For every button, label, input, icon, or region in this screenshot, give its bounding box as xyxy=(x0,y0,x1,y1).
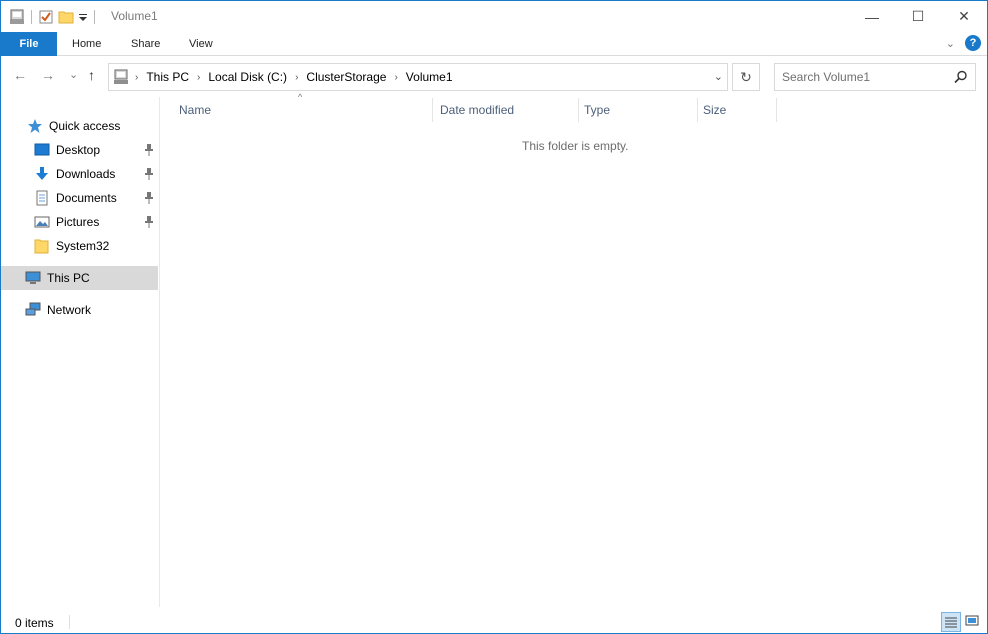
sidebar-item-quick-access[interactable]: Quick access xyxy=(1,114,158,138)
breadcrumb-this-pc[interactable]: This PC xyxy=(146,70,189,84)
breadcrumb-separator[interactable]: › xyxy=(394,72,397,83)
search-icon[interactable] xyxy=(953,69,969,85)
address-bar[interactable]: › This PC › Local Disk (C:) › ClusterSto… xyxy=(108,63,728,91)
empty-folder-text: This folder is empty. xyxy=(522,139,629,153)
breadcrumb: › This PC › Local Disk (C:) › ClusterSto… xyxy=(135,70,453,84)
document-icon xyxy=(34,190,50,206)
tab-home[interactable]: Home xyxy=(72,32,101,56)
quick-access-toolbar xyxy=(9,8,101,26)
pin-icon[interactable] xyxy=(144,143,154,157)
star-icon xyxy=(27,118,43,134)
breadcrumb-separator[interactable]: › xyxy=(197,72,200,83)
pictures-icon xyxy=(34,214,50,230)
pin-icon[interactable] xyxy=(144,167,154,181)
pin-icon[interactable] xyxy=(144,191,154,205)
new-folder-icon[interactable] xyxy=(58,9,74,25)
desktop-icon xyxy=(34,142,50,158)
help-icon[interactable]: ? xyxy=(965,35,981,51)
tab-file[interactable]: File xyxy=(1,32,57,56)
breadcrumb-separator[interactable]: › xyxy=(135,72,138,83)
breadcrumb-clusterstorage[interactable]: ClusterStorage xyxy=(306,70,386,84)
expand-ribbon-icon[interactable]: ⌄ xyxy=(946,37,955,50)
checkmark-icon[interactable] xyxy=(38,9,54,25)
sidebar-item-label: This PC xyxy=(47,271,90,285)
sidebar-item-label: Downloads xyxy=(56,167,116,181)
search-box[interactable] xyxy=(774,63,976,91)
sidebar-item-label: Documents xyxy=(56,191,117,205)
search-input[interactable] xyxy=(782,69,952,85)
pin-icon[interactable] xyxy=(144,215,154,229)
large-icons-view-button[interactable] xyxy=(963,612,983,632)
title-bar: Volume1 — ☐ ✕ xyxy=(1,1,987,32)
network-icon xyxy=(25,302,41,318)
sidebar-item-label: Desktop xyxy=(56,143,101,157)
item-count: 0 items xyxy=(15,616,54,630)
this-pc-icon xyxy=(113,69,129,85)
breadcrumb-local-disk[interactable]: Local Disk (C:) xyxy=(208,70,287,84)
sidebar-item-label: Quick access xyxy=(49,119,121,133)
maximize-button[interactable]: ☐ xyxy=(895,1,941,32)
back-button[interactable]: ← xyxy=(13,67,27,83)
tab-share[interactable]: Share xyxy=(131,32,160,56)
folder-icon xyxy=(34,238,50,254)
sidebar-item-label: System32 xyxy=(56,239,110,253)
breadcrumb-separator[interactable]: › xyxy=(295,72,298,83)
sidebar-item-pictures[interactable]: Pictures xyxy=(1,210,158,234)
computer-icon xyxy=(25,270,41,286)
download-icon xyxy=(34,166,50,182)
customize-toolbar-icon[interactable] xyxy=(78,9,88,25)
tab-view[interactable]: View xyxy=(189,32,213,56)
ribbon-right: ⌄ ? xyxy=(946,35,981,51)
details-view-button[interactable] xyxy=(941,612,961,632)
window-title: Volume1 xyxy=(111,9,158,23)
minimize-button[interactable]: — xyxy=(849,1,895,32)
address-dropdown-button[interactable]: ⌄ xyxy=(714,70,723,83)
explorer-window: Volume1 — ☐ ✕ File Home Share View ⌄ ? ←… xyxy=(0,0,988,634)
forward-button[interactable]: → xyxy=(41,67,55,83)
navigation-bar: ← → ⌄ ↑ › This PC › Local Disk (C:) › Cl… xyxy=(1,57,987,95)
recent-locations-button[interactable]: ⌄ xyxy=(69,68,78,81)
breadcrumb-volume1[interactable]: Volume1 xyxy=(406,70,453,84)
sidebar-item-label: Network xyxy=(47,303,92,317)
ribbon-tabs: File Home Share View ⌄ ? xyxy=(1,32,987,56)
up-button[interactable]: ↑ xyxy=(88,67,95,83)
refresh-button[interactable]: ↻ xyxy=(732,63,760,91)
column-header-date-modified[interactable]: Date modified xyxy=(434,98,579,122)
sidebar-item-documents[interactable]: Documents xyxy=(1,186,158,210)
sidebar-item-this-pc[interactable]: This PC xyxy=(1,266,158,290)
sidebar-item-label: Pictures xyxy=(56,215,100,229)
status-bar: 0 items xyxy=(1,610,987,633)
sidebar-item-desktop[interactable]: Desktop xyxy=(1,138,158,162)
sidebar-item-system32[interactable]: System32 xyxy=(1,234,158,258)
sidebar-item-network[interactable]: Network xyxy=(1,298,158,322)
column-header-type[interactable]: Type xyxy=(578,98,698,122)
sidebar-item-downloads[interactable]: Downloads xyxy=(1,162,158,186)
close-button[interactable]: ✕ xyxy=(941,1,987,32)
column-header-name[interactable]: Name xyxy=(173,98,433,122)
properties-icon[interactable] xyxy=(9,9,25,25)
window-controls: — ☐ ✕ xyxy=(849,1,987,32)
navigation-pane: Quick access Desktop Downloads Documents… xyxy=(1,97,160,607)
column-header-size[interactable]: Size xyxy=(697,98,777,122)
column-headers: ^ Name Date modified Type Size xyxy=(161,92,987,122)
